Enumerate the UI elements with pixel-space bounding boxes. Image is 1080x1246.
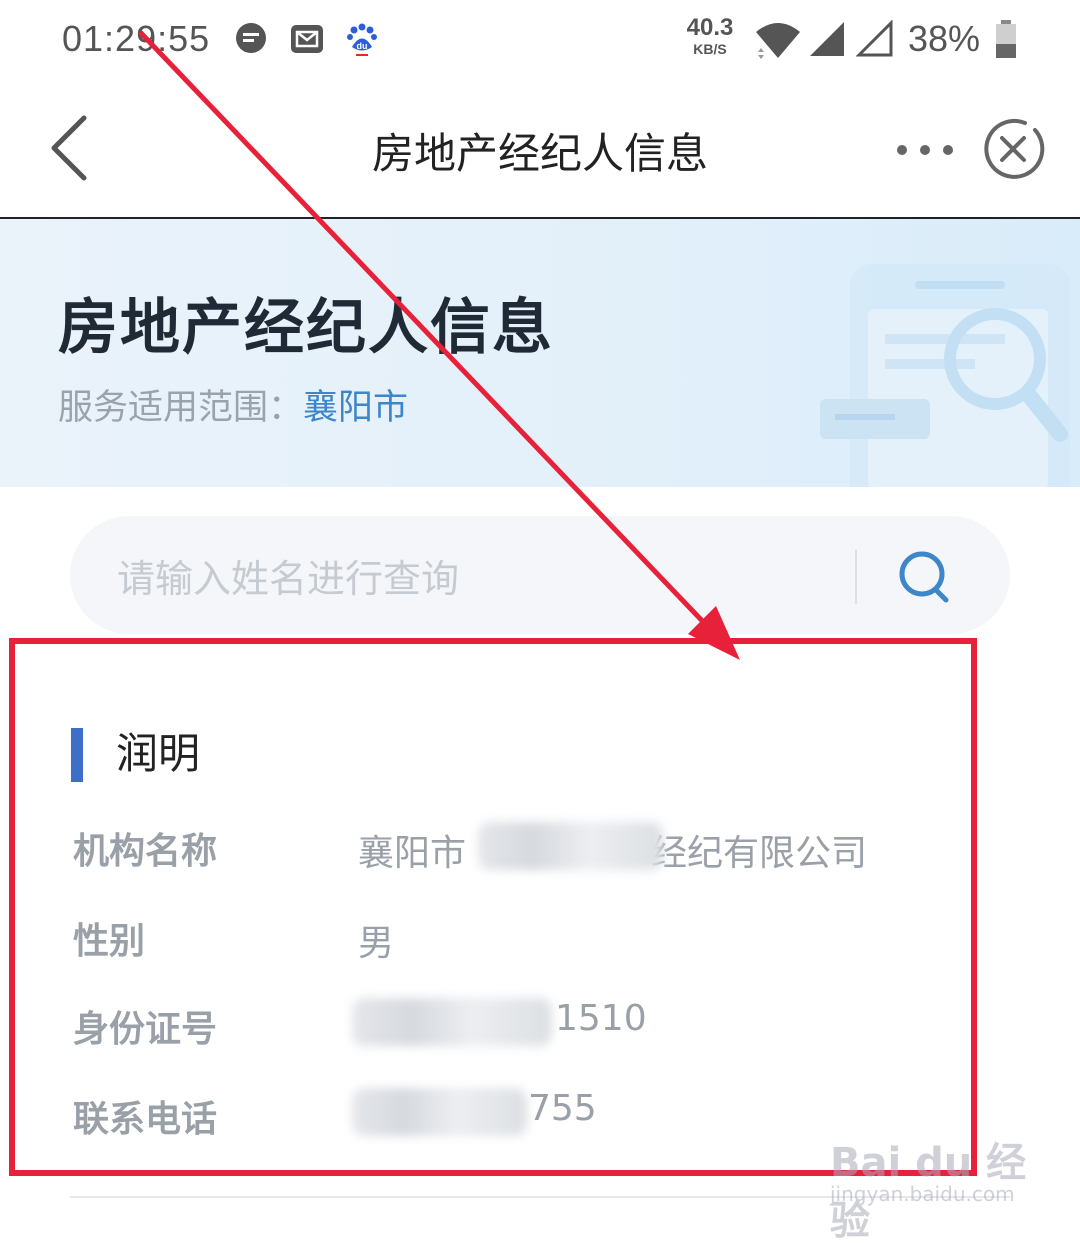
mail-icon — [291, 25, 323, 53]
signal-icon — [810, 22, 844, 56]
close-circle-icon[interactable] — [980, 116, 1046, 182]
search-divider — [855, 550, 857, 604]
phone-search-illustration — [820, 264, 1070, 487]
search-placeholder: 请输入姓名进行查询 — [117, 557, 460, 601]
broker-result-card[interactable]: 润明 机构名称 襄阳市 经纪有限公司 性别 男 身份证号 1510 联系电话 75… — [0, 640, 1080, 1200]
redacted-id-number — [352, 998, 552, 1046]
status-bar: 01:29:55 du 40.3 KB/S 38% — [0, 0, 1080, 80]
message-icon — [236, 23, 266, 53]
phone-label: 联系电话 — [73, 1099, 218, 1140]
watermark-site: jingyan.baidu.com — [830, 1182, 1015, 1206]
baidu-jingyan-watermark: Bai du 经验 jingyan.baidu.com — [830, 1130, 1060, 1244]
search-input[interactable]: 请输入姓名进行查询 — [70, 516, 1010, 634]
signal-empty-icon — [856, 20, 893, 57]
service-scope-label: 服务适用范围： — [58, 388, 304, 428]
redacted-org-name — [478, 822, 663, 870]
search-icon[interactable] — [896, 548, 954, 606]
service-scope: 服务适用范围：襄阳市 — [58, 379, 408, 430]
battery-icon — [996, 20, 1016, 58]
gender-label: 性别 — [73, 921, 146, 962]
id-number-label: 身份证号 — [73, 1009, 218, 1050]
svg-text:du: du — [357, 41, 368, 51]
org-name-label: 机构名称 — [73, 831, 218, 872]
navigation-bar: 房地产经纪人信息 — [0, 80, 1080, 219]
wifi-icon — [756, 23, 800, 59]
more-dots-icon[interactable] — [890, 130, 960, 170]
network-speed: 40.3 KB/S — [686, 14, 734, 57]
status-time: 01:29:55 — [62, 18, 211, 59]
broker-name: 润明 — [116, 729, 201, 778]
battery-percent: 38% — [908, 18, 981, 59]
service-scope-city[interactable]: 襄阳市 — [303, 388, 408, 428]
phone-value[interactable]: 755 — [528, 1088, 597, 1129]
redacted-phone — [352, 1088, 527, 1136]
accent-bar — [71, 728, 83, 782]
baidu-paw-icon: du — [347, 23, 377, 56]
gender-value: 男 — [358, 923, 395, 964]
header-banner: 房地产经纪人信息 服务适用范围：襄阳市 — [0, 219, 1080, 487]
id-number-value: 1510 — [555, 998, 647, 1039]
banner-title: 房地产经纪人信息 — [58, 293, 554, 363]
